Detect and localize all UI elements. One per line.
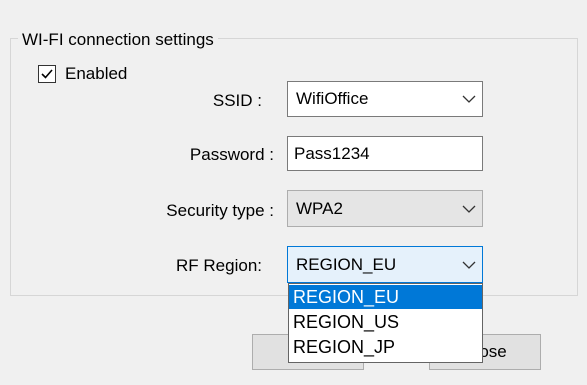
enabled-label: Enabled (65, 64, 128, 83)
rf-region-value: REGION_EU (296, 254, 397, 274)
dropdown-option-region-us[interactable]: REGION_US (289, 310, 482, 334)
rf-region-combobox[interactable]: REGION_EU (287, 246, 483, 283)
enabled-checkbox[interactable] (38, 65, 56, 83)
group-title: WI-FI connection settings (18, 30, 218, 49)
security-type-label: Security type : (166, 201, 274, 220)
ssid-value: WifiOffice (296, 89, 369, 108)
chevron-down-icon[interactable] (456, 205, 482, 213)
dropdown-option-region-jp[interactable]: REGION_JP (289, 335, 482, 359)
rf-region-label: RF Region: (176, 256, 262, 275)
dropdown-option-region-eu[interactable]: REGION_EU (289, 285, 482, 309)
password-label: Password : (189, 145, 274, 164)
chevron-down-icon[interactable] (456, 95, 482, 103)
ssid-label: SSID : (212, 91, 262, 110)
chevron-down-icon[interactable] (456, 261, 482, 269)
enabled-checkbox-row[interactable]: Enabled (38, 64, 127, 84)
rf-region-dropdown-list[interactable]: REGION_EU REGION_US REGION_JP (288, 283, 483, 363)
ssid-combobox[interactable]: WifiOffice (287, 81, 483, 117)
password-field[interactable]: Pass1234 (287, 136, 483, 171)
security-type-value: WPA2 (296, 198, 343, 218)
security-type-combobox[interactable]: WPA2 (287, 190, 483, 227)
checkmark-icon (41, 69, 53, 79)
